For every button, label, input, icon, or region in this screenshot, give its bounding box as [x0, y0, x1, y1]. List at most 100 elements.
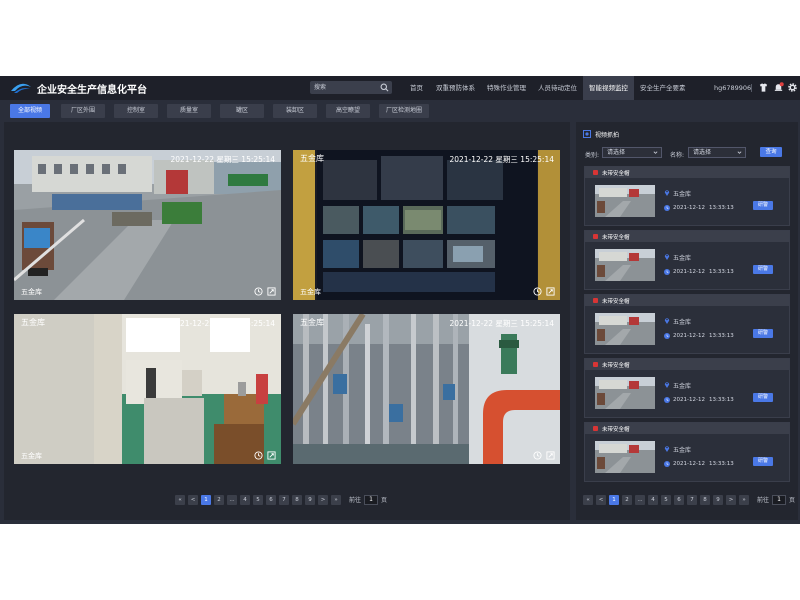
- panel-title: 视频抓拍: [595, 132, 620, 139]
- nav-home[interactable]: 首页: [403, 76, 430, 100]
- snapshot-pagination: « < 1 2 ... 4 5 6 7 8 9 > » 前往 页: [583, 494, 795, 505]
- camera-name: 五金库: [21, 288, 42, 296]
- alert-card[interactable]: 未带安全帽 五金库 2021-12-12 13:33:13 研警: [584, 358, 790, 418]
- alert-card[interactable]: 未带安全帽 五金库 2021-12-12 13:33:13 研警: [584, 422, 790, 482]
- nav-safety-elements[interactable]: 安全生产全要素: [634, 76, 692, 100]
- name-label: 名称:: [670, 152, 685, 159]
- playback-icon[interactable]: [254, 287, 263, 296]
- camera-timestamp: 2021-12-22 星期三 15:25:14: [449, 319, 554, 328]
- username[interactable]: hg6789906: [714, 76, 751, 100]
- alert-date: 2021-12-12: [673, 205, 705, 211]
- next-page-button[interactable]: >: [318, 494, 328, 505]
- page-button[interactable]: 6: [674, 494, 684, 505]
- prev-page-button[interactable]: <: [596, 494, 606, 505]
- page-button[interactable]: 7: [687, 494, 697, 505]
- category-select[interactable]: 请选择: [602, 147, 662, 158]
- alert-thumbnail[interactable]: [595, 441, 655, 473]
- alert-action-button[interactable]: 研警: [753, 457, 773, 466]
- alert-card[interactable]: 未带安全帽 五金库 2021-12-12 13:33:13 研警: [584, 294, 790, 354]
- tab-control-room[interactable]: 控制室: [114, 104, 158, 118]
- first-page-button[interactable]: «: [175, 494, 185, 505]
- fullscreen-icon[interactable]: [546, 451, 555, 460]
- prev-page-button[interactable]: <: [188, 494, 198, 505]
- playback-icon[interactable]: [533, 451, 542, 460]
- app-window: 企业安全生产信息化平台 首页 双重预防体系 特殊作业管理 人员待动定位 智能视频…: [0, 76, 800, 524]
- camera-feed[interactable]: 五金库 2021-12-22 星期三 15:25:14 五金库: [14, 314, 281, 464]
- alert-type: 未带安全帽: [602, 171, 630, 177]
- tab-quality-room[interactable]: 质量室: [167, 104, 211, 118]
- fullscreen-icon[interactable]: [546, 287, 555, 296]
- page-button[interactable]: 2: [214, 494, 224, 505]
- page-button[interactable]: 9: [713, 494, 723, 505]
- alert-action-button[interactable]: 研警: [753, 329, 773, 338]
- nav-video-monitor[interactable]: 智能视频监控: [583, 76, 634, 100]
- alert-action-button[interactable]: 研警: [753, 201, 773, 210]
- alert-card[interactable]: 未带安全帽 五金库 2021-12-12 13:33:13 研警: [584, 166, 790, 226]
- last-page-button[interactable]: »: [331, 494, 341, 505]
- goto-page-input[interactable]: [772, 494, 787, 505]
- page-button[interactable]: 8: [292, 494, 302, 505]
- shirt-icon[interactable]: [758, 82, 769, 93]
- page-button[interactable]: 9: [305, 494, 315, 505]
- next-page-button[interactable]: >: [726, 494, 736, 505]
- alert-thumbnail[interactable]: [595, 249, 655, 281]
- name-select[interactable]: 请选择: [688, 147, 746, 158]
- alert-card[interactable]: 未带安全帽 五金库 2021-12-12 13:33:13 研警: [584, 230, 790, 290]
- page-button[interactable]: 7: [279, 494, 289, 505]
- page-ellipsis[interactable]: ...: [635, 494, 645, 505]
- alert-thumbnail[interactable]: [595, 185, 655, 217]
- goto-page-input[interactable]: [364, 494, 379, 505]
- fullscreen-icon[interactable]: [267, 287, 276, 296]
- tab-loading-area[interactable]: 装卸区: [273, 104, 317, 118]
- tab-high-watch[interactable]: 高空瞭望: [326, 104, 370, 118]
- alert-action-button[interactable]: 研警: [753, 393, 773, 402]
- page-button[interactable]: 8: [700, 494, 710, 505]
- page-ellipsis[interactable]: ...: [227, 494, 237, 505]
- nav-dual-prevention[interactable]: 双重预防体系: [430, 76, 481, 100]
- nav-personnel-location[interactable]: 人员待动定位: [532, 76, 583, 100]
- camera-feed[interactable]: 2021-12-22 星期三 15:25:14 五金库: [14, 150, 281, 300]
- alert-date: 2021-12-12: [673, 397, 705, 403]
- page-button[interactable]: 5: [661, 494, 671, 505]
- playback-icon[interactable]: [533, 287, 542, 296]
- clock-icon: [664, 205, 670, 211]
- alert-thumbnail[interactable]: [595, 313, 655, 345]
- clock-icon: [664, 461, 670, 467]
- chevron-down-icon: [653, 151, 658, 154]
- alert-thumbnail[interactable]: [595, 377, 655, 409]
- gear-icon[interactable]: [787, 82, 798, 93]
- alert-indicator: [593, 426, 598, 431]
- page-button[interactable]: 4: [240, 494, 250, 505]
- alert-type: 未带安全帽: [602, 363, 630, 369]
- tab-detection-zone[interactable]: 厂区检测地圈: [379, 104, 429, 118]
- search-input[interactable]: [310, 81, 378, 94]
- tab-tank-area[interactable]: 罐区: [220, 104, 264, 118]
- nav-special-work[interactable]: 特殊作业管理: [481, 76, 532, 100]
- alert-time: 13:33:13: [709, 333, 734, 339]
- camera-feed[interactable]: 五金库 2021-12-22 星期三 15:25:14 五金库: [293, 150, 560, 300]
- page-button[interactable]: 1: [609, 494, 619, 505]
- alert-time: 13:33:13: [709, 269, 734, 275]
- header-divider: [751, 84, 752, 92]
- app-title: 企业安全生产信息化平台: [37, 85, 147, 96]
- video-grid-panel: 2021-12-22 星期三 15:25:14 五金库 五金库 2021-12-…: [4, 122, 570, 520]
- camera-feed[interactable]: 五金库 2021-12-22 星期三 15:25:14: [293, 314, 560, 464]
- query-button[interactable]: 查询: [760, 147, 782, 157]
- alert-indicator: [593, 298, 598, 303]
- bell-icon[interactable]: [773, 82, 784, 93]
- playback-icon[interactable]: [254, 451, 263, 460]
- tab-all-videos[interactable]: 全部视频: [10, 104, 50, 118]
- page-button[interactable]: 6: [266, 494, 276, 505]
- last-page-button[interactable]: »: [739, 494, 749, 505]
- page-button[interactable]: 5: [253, 494, 263, 505]
- camera-image: [14, 314, 281, 464]
- page-button[interactable]: 4: [648, 494, 658, 505]
- first-page-button[interactable]: «: [583, 494, 593, 505]
- page-button[interactable]: 1: [201, 494, 211, 505]
- tab-factory-perimeter[interactable]: 厂区外围: [61, 104, 105, 118]
- page-button[interactable]: 2: [622, 494, 632, 505]
- search-icon[interactable]: [380, 83, 389, 92]
- alert-action-button[interactable]: 研警: [753, 265, 773, 274]
- fullscreen-icon[interactable]: [267, 451, 276, 460]
- search-box[interactable]: [310, 81, 392, 94]
